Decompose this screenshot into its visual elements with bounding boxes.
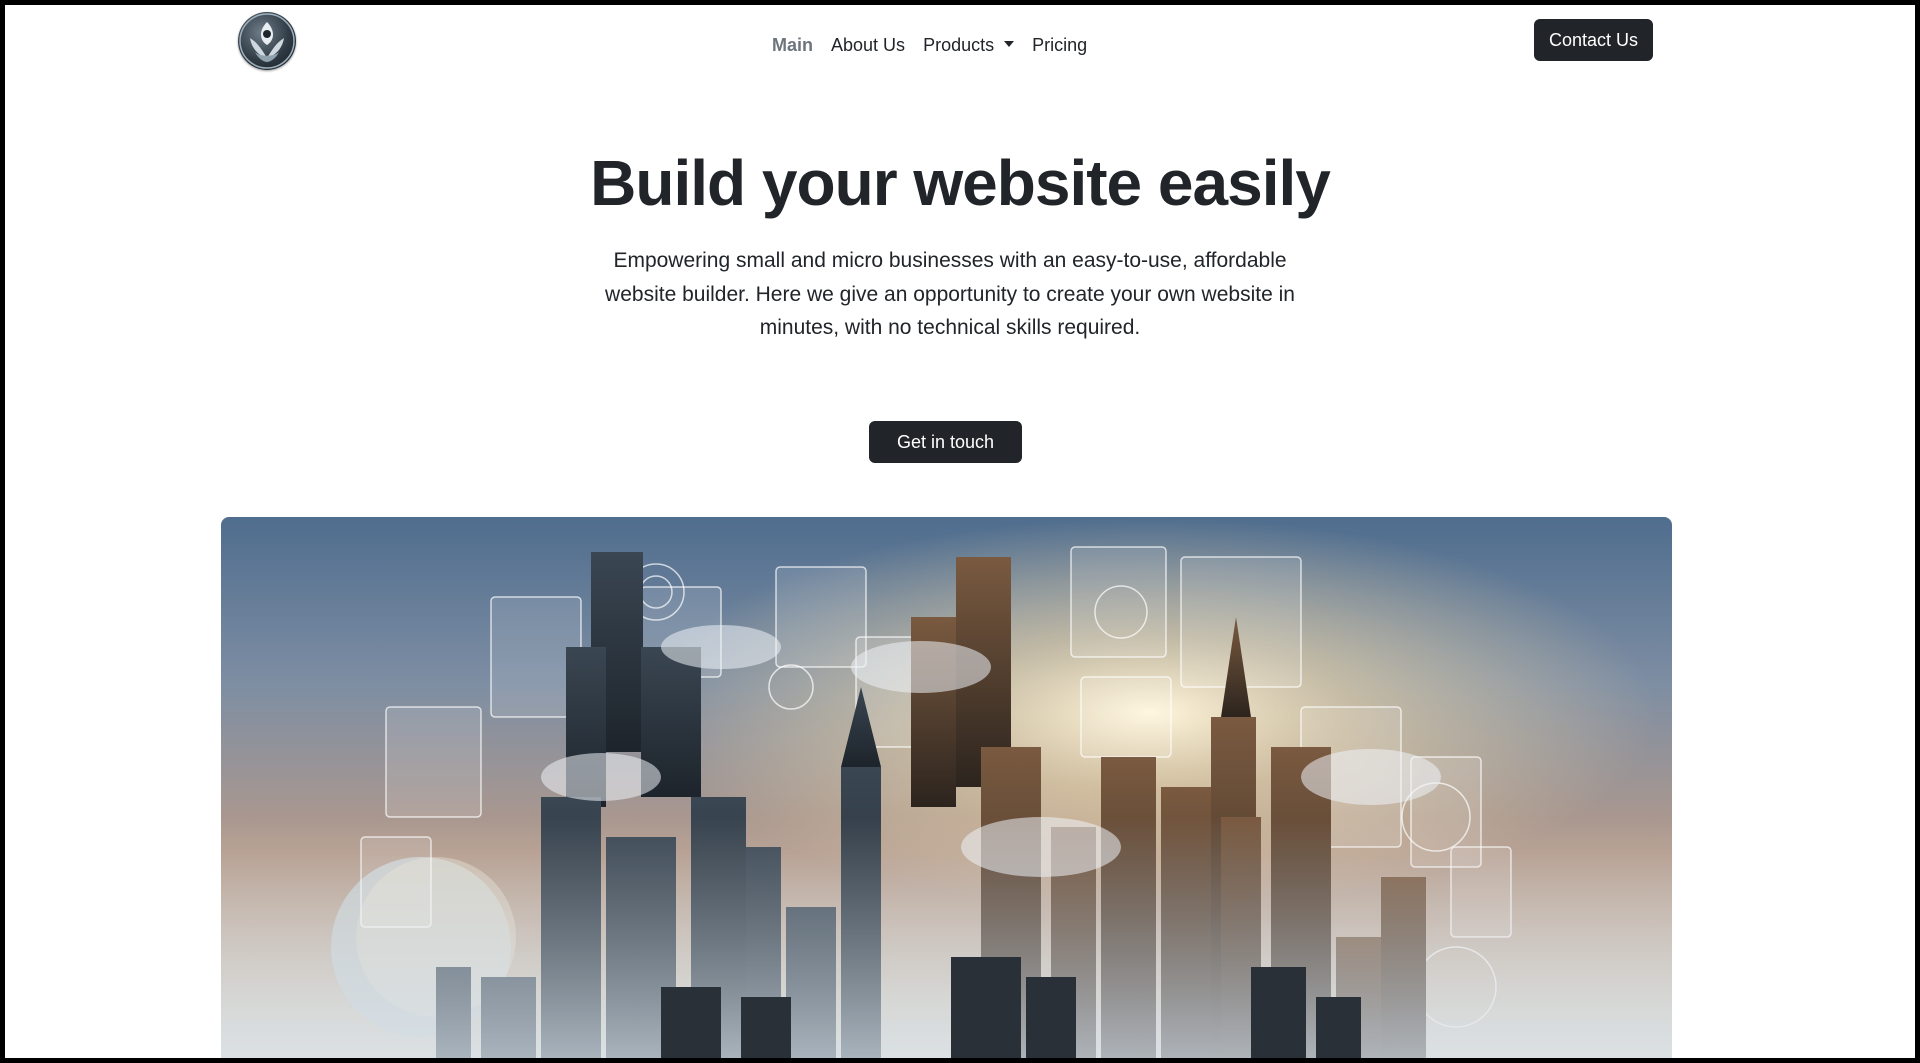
get-in-touch-button[interactable]: Get in touch	[869, 421, 1022, 463]
hero-image	[221, 517, 1672, 1058]
nav-links: Main About Us Products Pricing	[763, 31, 1096, 59]
hero-title: Build your website easily	[590, 147, 1331, 219]
nav-item-about-us[interactable]: About Us	[822, 31, 914, 59]
city-illustration	[221, 517, 1672, 1058]
leaf-emblem-logo-icon	[239, 13, 295, 69]
logo[interactable]	[238, 12, 296, 70]
hero-subtitle: Empowering small and micro businesses wi…	[605, 249, 1295, 339]
browser-viewport: Main About Us Products Pricing Contact U…	[5, 5, 1915, 1058]
caret-down-icon	[1004, 41, 1015, 48]
contact-us-button[interactable]: Contact Us	[1534, 19, 1653, 61]
nav-item-products-label: Products	[923, 35, 995, 55]
navbar: Main About Us Products Pricing Contact U…	[5, 5, 1915, 77]
nav-item-main[interactable]: Main	[763, 31, 822, 59]
nav-item-products[interactable]: Products	[914, 31, 1023, 59]
nav-item-pricing[interactable]: Pricing	[1023, 31, 1096, 59]
